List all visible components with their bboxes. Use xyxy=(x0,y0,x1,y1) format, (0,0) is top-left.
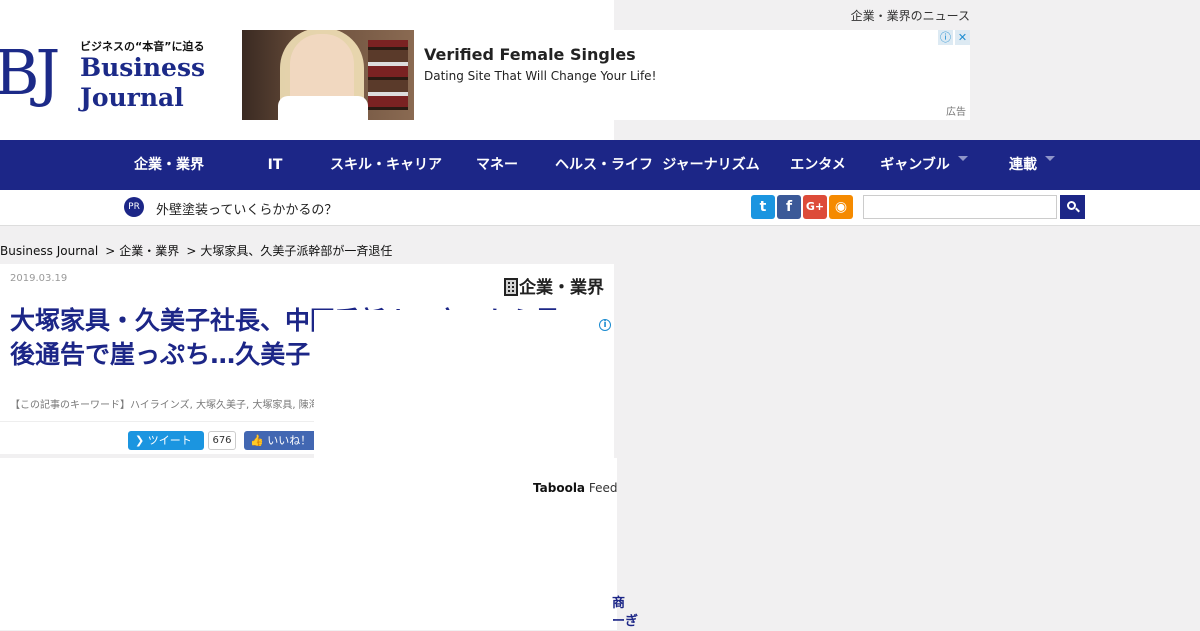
facebook-icon[interactable]: f xyxy=(777,195,801,219)
site-logo[interactable]: BJ ビジネスの“本音”に迫る Business Journal xyxy=(0,36,205,118)
breadcrumb-separator: > xyxy=(186,244,197,258)
taboola-feed xyxy=(0,458,617,630)
overlay-ad[interactable] xyxy=(314,310,614,458)
ad-choices[interactable]: ⓘ ✕ xyxy=(938,30,970,46)
article-date: 2019.03.19 xyxy=(10,273,68,284)
nav-item-money[interactable]: マネー xyxy=(466,140,528,190)
logo-business: Business xyxy=(80,53,206,82)
building-icon xyxy=(504,278,518,296)
logo-journal: Journal xyxy=(80,83,184,112)
ad-info-icon[interactable]: ⓘ xyxy=(938,30,953,45)
pr-badge: PR xyxy=(124,197,144,217)
pr-link[interactable]: 外壁塗装っていくらかかるの？ xyxy=(156,199,337,218)
breadcrumb-home[interactable]: Business Journal xyxy=(0,244,98,258)
chevron-down-icon xyxy=(1045,156,1055,161)
logo-mark: BJ xyxy=(0,36,60,109)
social-icons: t f G+ ◉ xyxy=(751,195,853,219)
thumbs-up-icon: 👍 xyxy=(250,434,268,447)
nav-item-it[interactable]: IT xyxy=(240,140,310,190)
breadcrumb: Business Journal > 企業・業界 > 大塚家具、久美子派幹部が一斉退任 xyxy=(0,242,392,259)
nav-item-entertainment[interactable]: エンタメ xyxy=(784,140,852,190)
nav-item-skill-career[interactable]: スキル・キャリア xyxy=(326,140,446,190)
nav-item-health-life[interactable]: ヘルス・ライフ xyxy=(552,140,656,190)
googleplus-icon[interactable]: G+ xyxy=(803,195,827,219)
nav-item-series[interactable]: 連載 xyxy=(1004,140,1060,190)
breadcrumb-current: 大塚家具、久美子派幹部が一斉退任 xyxy=(200,244,393,258)
divider xyxy=(0,421,320,422)
rss-icon[interactable]: ◉ xyxy=(829,195,853,219)
feed-item-peek[interactable]: 商ーぎ xyxy=(612,595,640,631)
taboola-label[interactable]: Taboola Feed xyxy=(533,481,618,495)
article-keywords: 【この記事のキーワード】ハイラインズ, 大塚久美子, 大塚家具, 陳海 xyxy=(10,400,319,411)
ad-label: 広告 xyxy=(946,107,966,118)
ad-banner[interactable]: Verified Female Singles Dating Site That… xyxy=(242,30,970,120)
ad-info-icon[interactable]: i xyxy=(599,319,611,331)
ad-close-icon[interactable]: ✕ xyxy=(955,30,970,45)
tweet-button[interactable]: ❯ ツイート xyxy=(128,431,204,450)
article-category[interactable]: 企業・業界 xyxy=(504,273,604,298)
twitter-icon[interactable]: t xyxy=(751,195,775,219)
chevron-down-icon xyxy=(957,156,968,161)
nav-item-industry[interactable]: 企業・業界 xyxy=(118,140,220,190)
site-tagline: 企業・業界のニュース xyxy=(850,9,970,23)
nav-item-gamble[interactable]: ギャンブル xyxy=(876,140,972,190)
tweet-count: 676 xyxy=(208,431,236,450)
search-input[interactable] xyxy=(863,195,1057,219)
breadcrumb-category[interactable]: 企業・業界 xyxy=(119,244,179,258)
ad-image[interactable] xyxy=(242,30,414,120)
main-nav: 企業・業界 IT スキル・キャリア マネー ヘルス・ライフ ジャーナリズム エン… xyxy=(0,140,1200,190)
twitter-bird-icon: ❯ xyxy=(135,434,148,447)
pr-bar: PR 外壁塗装っていくらかかるの？ t f G+ ◉ xyxy=(0,190,1200,226)
nav-item-journalism[interactable]: ジャーナリズム xyxy=(658,140,764,190)
ad-description[interactable]: Dating Site That Will Change Your Life! xyxy=(424,69,656,83)
breadcrumb-separator: > xyxy=(105,244,116,258)
search-button[interactable] xyxy=(1060,195,1085,219)
ad-title[interactable]: Verified Female Singles xyxy=(424,45,636,64)
